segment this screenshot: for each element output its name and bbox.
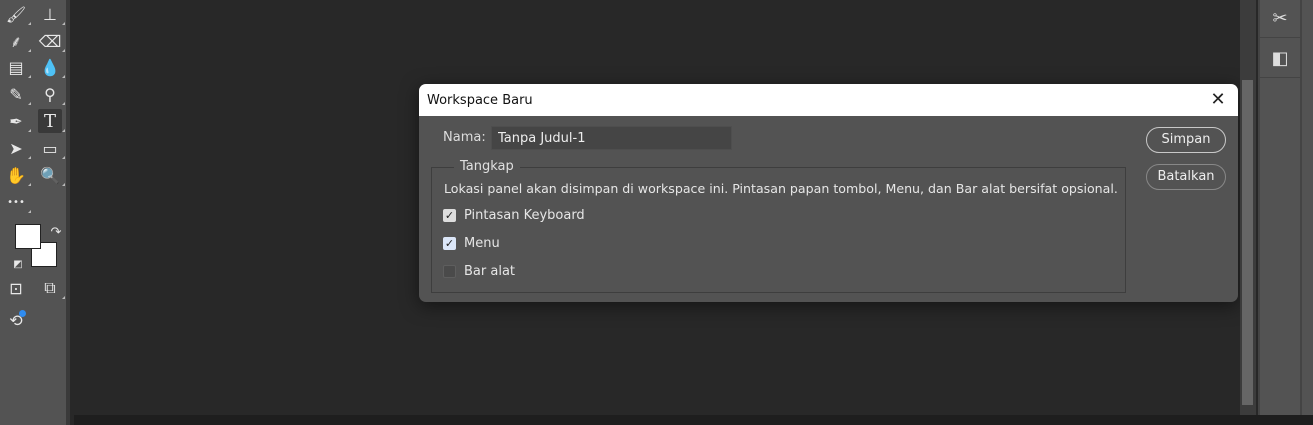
dialog-title-bar: Workspace Baru (419, 84, 1238, 116)
foreground-color-swatch[interactable] (15, 224, 41, 249)
brush-tool-icon[interactable]: 🖌 (4, 2, 31, 26)
dodge-tool-icon[interactable]: ⚲ (38, 82, 65, 106)
checkbox-label: Bar alat (464, 264, 516, 279)
tools-scissors-icon[interactable]: ✂ (1260, 0, 1300, 38)
checkbox-checked-icon: ✓ (443, 209, 456, 222)
screen-mode-icon[interactable]: ⧉ (38, 276, 65, 300)
rectangle-tool-icon[interactable]: ▭ (38, 136, 65, 160)
hand-tool-icon[interactable]: ✋ (4, 163, 31, 187)
capture-group-title: Tangkap (454, 159, 520, 174)
capture-description: Lokasi panel akan disimpan di workspace … (444, 181, 1118, 196)
clone-stamp-tool-icon[interactable]: ⊥ (38, 2, 65, 26)
more-tools-icon[interactable]: ••• (4, 190, 31, 214)
mixer-brush-tool-icon[interactable]: ✎ (4, 82, 31, 106)
swap-colors-icon[interactable]: ↷ (44, 220, 68, 244)
pen-tool-icon[interactable]: ✒ (4, 109, 31, 133)
scrollbar-thumb[interactable] (1242, 80, 1253, 405)
capture-group: Tangkap Lokasi panel akan disimpan di wo… (431, 159, 1126, 293)
checkbox-label: Pintasan Keyboard (464, 208, 585, 223)
default-colors-icon[interactable]: ◩ (6, 252, 30, 276)
status-bar (74, 415, 1313, 425)
blur-tool-icon[interactable]: 💧 (38, 55, 65, 79)
new-workspace-dialog: Workspace Baru ✕ Nama: Tangkap Lokasi pa… (419, 84, 1238, 302)
libraries-icon[interactable]: ◧ (1260, 40, 1300, 78)
right-icon-panel: ✂ ◧ (1258, 0, 1300, 415)
name-input[interactable] (491, 126, 732, 150)
toolbar-checkbox[interactable]: Bar alat (443, 264, 515, 279)
dialog-title: Workspace Baru (427, 92, 533, 108)
quick-mask-icon[interactable]: ⊡ (4, 276, 28, 300)
vertical-scrollbar[interactable] (1240, 0, 1256, 415)
gradient-tool-icon[interactable]: ▤ (4, 55, 31, 79)
eraser-tool-icon[interactable]: ⌫ (38, 29, 65, 53)
type-tool-icon[interactable]: T (38, 109, 65, 133)
cancel-button[interactable]: Batalkan (1146, 164, 1226, 190)
menu-checkbox[interactable]: ✓ Menu (443, 236, 500, 251)
name-label: Nama: (443, 130, 486, 145)
tools-panel: 🖌 ⊥ ⸙ ⌫ ▤ 💧 ✎ ⚲ ✒ T ➤ ▭ ✋ 🔍 ••• ↷ ◩ ⊡ ⧉ ⟲ (0, 0, 70, 425)
zoom-tool-icon[interactable]: 🔍 (38, 163, 65, 187)
right-panel-collapsed (1300, 0, 1313, 415)
keyboard-shortcuts-checkbox[interactable]: ✓ Pintasan Keyboard (443, 208, 585, 223)
checkbox-label: Menu (464, 236, 500, 251)
path-selection-tool-icon[interactable]: ➤ (4, 136, 31, 160)
checkbox-unchecked-icon (443, 265, 456, 278)
history-brush-tool-icon[interactable]: ⸙ (4, 29, 31, 53)
close-icon[interactable]: ✕ (1208, 90, 1228, 110)
generative-ai-icon[interactable]: ⟲ (4, 308, 28, 332)
save-button[interactable]: Simpan (1146, 127, 1226, 153)
checkbox-checked-icon: ✓ (443, 237, 456, 250)
